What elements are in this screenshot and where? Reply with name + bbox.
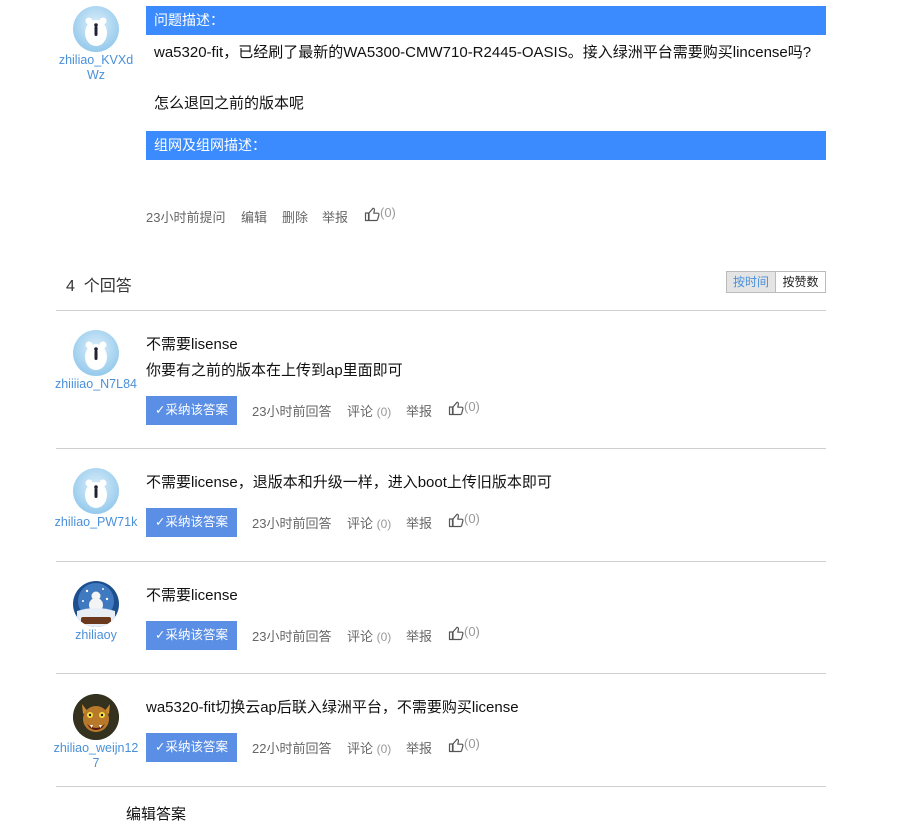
answer-text-line: 不需要license，退版本和升级一样，进入boot上传旧版本即可 — [146, 474, 552, 491]
answer-meta: 22小时前回答 评论 (0) 举报 (0) — [0, 736, 916, 758]
question-like-count: (0) — [380, 205, 396, 220]
answer-author-avatar[interactable] — [73, 468, 119, 514]
answers-count-header: 4 个回答 — [66, 272, 132, 296]
answer-like-count: (0) — [464, 624, 480, 639]
answers-count: 4 — [66, 278, 75, 295]
comment-link[interactable]: 评论 (0) — [347, 513, 391, 532]
thumbs-up-icon — [448, 626, 464, 640]
report-answer-link[interactable]: 举报 — [406, 401, 432, 420]
comment-link[interactable]: 评论 (0) — [347, 738, 391, 757]
question-author-name[interactable]: zhiliao_KVXdWz — [53, 53, 139, 83]
sort-by-likes-button[interactable]: 按赞数 — [775, 271, 826, 293]
problem-line-2: 怎么退回之前的版本呢 — [154, 95, 305, 112]
divider — [56, 786, 826, 787]
polar-bear-icon — [85, 341, 107, 370]
problem-description-header: 问题描述： — [146, 6, 826, 35]
edit-answer-heading: 编辑答案 — [126, 806, 187, 823]
divider — [56, 310, 826, 311]
problem-line-1: wa5320-fit，已经刷了最新的WA5300-CMW710-R2445-OA… — [154, 44, 812, 61]
answer-meta: 23小时前回答 评论 (0) 举报 (0) — [0, 624, 916, 646]
polar-bear-icon — [85, 17, 107, 46]
comment-count: (0) — [376, 630, 392, 644]
comment-count: (0) — [376, 742, 392, 756]
answer-text-line: 不需要license — [146, 587, 238, 604]
polar-bear-icon — [85, 479, 107, 508]
answer-time: 23小时前回答 — [252, 516, 332, 531]
answer-meta: 23小时前回答 评论 (0) 举报 (0) — [0, 511, 916, 533]
report-answer-link[interactable]: 举报 — [406, 626, 432, 645]
edit-question-link[interactable]: 编辑 — [241, 207, 267, 226]
answer-author-avatar[interactable] — [73, 581, 119, 627]
answer-author-avatar[interactable] — [73, 694, 119, 740]
like-answer-button[interactable]: (0) — [448, 736, 480, 753]
answer-time: 22小时前回答 — [252, 741, 332, 756]
thumbs-up-icon — [364, 207, 380, 221]
report-answer-link[interactable]: 举报 — [406, 513, 432, 532]
question-author-avatar[interactable] — [73, 6, 119, 52]
report-answer-link[interactable]: 举报 — [406, 738, 432, 757]
answer-text-line: 不需要lisense — [146, 336, 238, 353]
like-answer-button[interactable]: (0) — [448, 624, 480, 641]
sort-by-time-button[interactable]: 按时间 — [726, 271, 776, 293]
answer-time: 23小时前回答 — [252, 629, 332, 644]
thumbs-up-icon — [448, 401, 464, 415]
like-question-button[interactable]: (0) — [364, 205, 396, 222]
delete-question-link[interactable]: 删除 — [282, 207, 308, 226]
report-question-link[interactable]: 举报 — [322, 207, 348, 226]
answer-like-count: (0) — [464, 511, 480, 526]
answer-text-line: 你要有之前的版本在上传到ap里面即可 — [146, 362, 403, 379]
answer-author-name[interactable]: zhiiiiao_N7L84 — [53, 377, 139, 392]
divider — [56, 673, 826, 674]
network-description-header: 组网及组网描述： — [146, 131, 826, 160]
like-answer-button[interactable]: (0) — [448, 399, 480, 416]
answer-like-count: (0) — [464, 399, 480, 414]
comment-link[interactable]: 评论 (0) — [347, 401, 391, 420]
question-meta: 23小时前提问 编辑 删除 举报 (0) — [0, 205, 916, 227]
comment-count: (0) — [376, 405, 392, 419]
snow-globe-avatar-icon — [77, 583, 115, 627]
comment-count: (0) — [376, 517, 392, 531]
answer-author-avatar[interactable] — [73, 330, 119, 376]
like-answer-button[interactable]: (0) — [448, 511, 480, 528]
question-time: 23小时前提问 — [146, 210, 226, 225]
answers-label: 个回答 — [83, 278, 132, 295]
thumbs-up-icon — [448, 513, 464, 527]
answer-text-line: wa5320-fit切换云ap后联入绿洲平台，不需要购买license — [146, 699, 519, 716]
divider — [56, 448, 826, 449]
monster-avatar-icon — [73, 694, 119, 740]
answer-time: 23小时前回答 — [252, 404, 332, 419]
answer-meta: 23小时前回答 评论 (0) 举报 (0) — [0, 399, 916, 421]
answer-like-count: (0) — [464, 736, 480, 751]
divider — [56, 561, 826, 562]
comment-link[interactable]: 评论 (0) — [347, 626, 391, 645]
thumbs-up-icon — [448, 738, 464, 752]
